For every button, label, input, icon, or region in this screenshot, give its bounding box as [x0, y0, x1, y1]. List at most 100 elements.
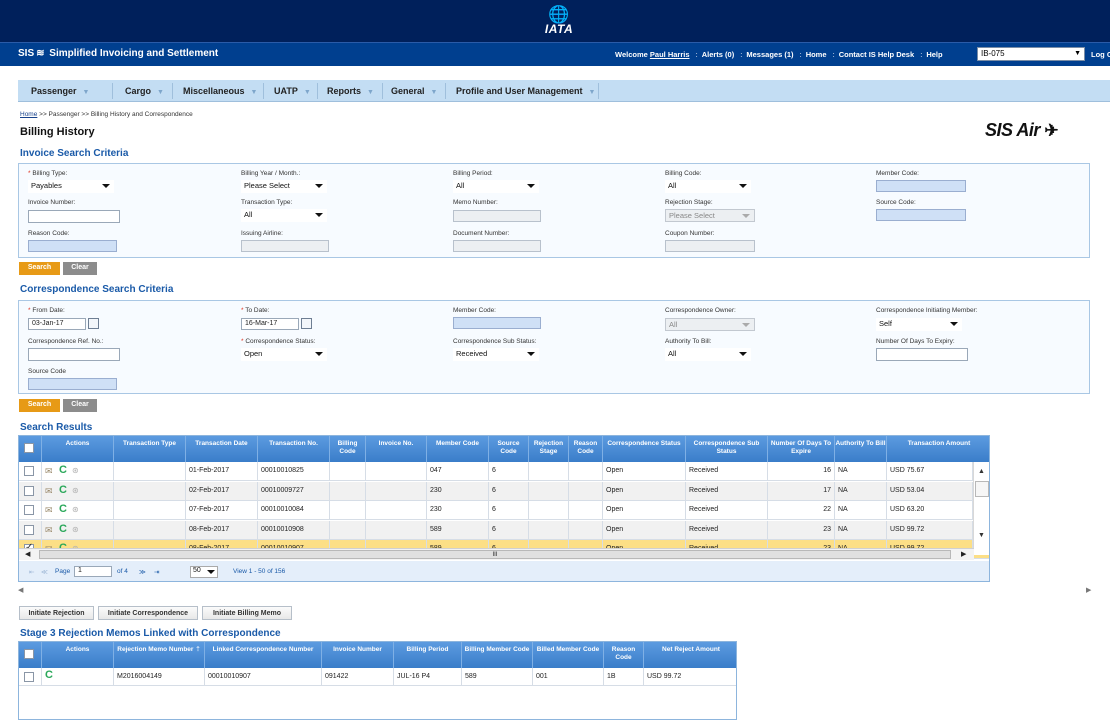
home-link[interactable]: Home	[806, 50, 827, 59]
row-checkbox[interactable]	[24, 524, 34, 535]
from-date-input[interactable]: 03-Jan-17	[28, 318, 86, 330]
correspondence-icon[interactable]: C	[59, 523, 67, 535]
last-page-icon[interactable]: ⇥	[154, 568, 159, 576]
role-select[interactable]: IB-075 ▼	[977, 47, 1085, 61]
view-icon[interactable]: ⊛	[72, 466, 79, 475]
to-date-input[interactable]: 16-Mar-17	[241, 318, 299, 330]
billing-year-select[interactable]: Please Select	[241, 180, 327, 193]
col-corr-sub-status[interactable]: Correspondence Sub Status	[686, 436, 768, 462]
scroll-right-icon[interactable]: ▶	[1086, 586, 1091, 594]
correspondence-icon[interactable]: C	[59, 464, 67, 476]
s3-col-linked-corr[interactable]: Linked Correspondence Number	[205, 642, 322, 668]
source-code-input[interactable]	[876, 209, 966, 221]
view-icon[interactable]: ⊛	[72, 486, 79, 495]
issuing-airline-input[interactable]	[241, 240, 329, 252]
billing-code-select[interactable]: All	[665, 180, 751, 193]
col-transaction-type[interactable]: Transaction Type	[114, 436, 186, 462]
initiate-correspondence-button[interactable]: Initiate Correspondence	[98, 606, 198, 620]
corr-search-button[interactable]: Search	[19, 399, 60, 412]
table-row[interactable]: ✉ C ⊛ 07-Feb-2017 00010010084 230 6 Open Receive…	[19, 501, 989, 520]
authority-to-bill-select[interactable]: All	[665, 348, 751, 361]
horizontal-scrollbar[interactable]: ◀ III ▶	[19, 548, 974, 560]
page-input[interactable]: 1	[74, 566, 112, 577]
first-page-icon[interactable]: ⇤	[29, 568, 34, 576]
correspondence-icon[interactable]: C	[45, 669, 53, 681]
initiate-rejection-button[interactable]: Initiate Rejection	[19, 606, 94, 620]
breadcrumb-home-link[interactable]: Home	[20, 111, 37, 118]
s3-col-memo-number[interactable]: Rejection Memo Number ⇡	[114, 642, 205, 668]
member-code-input[interactable]	[876, 180, 966, 192]
corr-status-select[interactable]: Open	[241, 348, 327, 361]
row-checkbox[interactable]	[24, 505, 34, 515]
page-size-select[interactable]: 50	[190, 566, 218, 578]
view-icon[interactable]: ⊛	[72, 525, 79, 534]
corr-clear-button[interactable]: Clear	[63, 399, 97, 412]
billing-type-select[interactable]: Payables	[28, 180, 114, 193]
transaction-type-select[interactable]: All	[241, 209, 327, 222]
messages-link[interactable]: Messages (1)	[746, 50, 793, 59]
s3-col-invoice-number[interactable]: Invoice Number	[322, 642, 394, 668]
envelope-icon[interactable]: ✉	[45, 505, 53, 516]
corr-owner-select[interactable]: All	[665, 318, 755, 331]
col-reason-code[interactable]: Reason Code	[569, 436, 603, 462]
help-link[interactable]: Help	[926, 50, 942, 59]
select-all-checkbox[interactable]	[24, 443, 34, 453]
envelope-icon[interactable]: ✉	[45, 525, 53, 536]
table-row[interactable]: ✉ C ⊛ 02-Feb-2017 00010009727 230 6 Open Receive…	[19, 481, 989, 501]
table-row[interactable]: ✉ C ⊛ 08-Feb-2017 00010010908 589 6 Open Receive…	[19, 520, 989, 540]
alerts-link[interactable]: Alerts (0)	[702, 50, 735, 59]
prev-page-icon[interactable]: ≪	[41, 568, 48, 576]
corr-sub-status-select[interactable]: Received	[453, 348, 539, 361]
scroll-left-icon[interactable]: ◀	[25, 550, 30, 558]
calendar-icon[interactable]	[88, 318, 99, 329]
user-name-link[interactable]: Paul Harris	[650, 50, 690, 59]
scroll-right-icon[interactable]: ▶	[961, 550, 966, 558]
s3-col-net-amount[interactable]: Net Reject Amount	[644, 642, 736, 668]
correspondence-icon[interactable]: C	[59, 484, 67, 496]
col-rejection-stage[interactable]: Rejection Stage	[529, 436, 569, 462]
days-to-expiry-input[interactable]	[876, 348, 968, 361]
menu-reports[interactable]: Reports ▼	[327, 80, 374, 101]
col-invoice-no[interactable]: Invoice No.	[366, 436, 427, 462]
col-source-code[interactable]: Source Code	[489, 436, 529, 462]
corr-ref-no-input[interactable]	[28, 348, 120, 361]
stage3-select-all-checkbox[interactable]	[24, 649, 34, 659]
col-transaction-no[interactable]: Transaction No.	[258, 436, 330, 462]
s3-col-billing-member[interactable]: Billing Member Code	[462, 642, 533, 668]
initiate-billing-memo-button[interactable]: Initiate Billing Memo	[202, 606, 292, 620]
scroll-down-icon[interactable]: ▼	[978, 532, 985, 539]
col-corr-status[interactable]: Correspondence Status	[603, 436, 686, 462]
col-authority[interactable]: Authority To Bill	[835, 436, 887, 462]
scroll-up-icon[interactable]: ▲	[978, 468, 985, 475]
table-row[interactable]: ✉ C ⊛ 01-Feb-2017 00010010825 047 6 Open Receive…	[19, 462, 989, 481]
scroll-left-icon[interactable]: ◀	[18, 586, 23, 594]
col-amount[interactable]: Transaction Amount	[887, 436, 989, 462]
col-days-to-expire[interactable]: Number Of Days To Expire	[768, 436, 835, 462]
corr-initiating-select[interactable]: Self	[876, 318, 962, 331]
row-checkbox[interactable]	[24, 466, 34, 476]
s3-col-reason-code[interactable]: Reason Code	[604, 642, 644, 668]
contact-link[interactable]: Contact IS Help Desk	[839, 50, 914, 59]
s3-col-billing-period[interactable]: Billing Period	[394, 642, 462, 668]
view-icon[interactable]: ⊛	[72, 505, 79, 514]
envelope-icon[interactable]: ✉	[45, 486, 53, 497]
corr-member-code-input[interactable]	[453, 317, 541, 329]
billing-period-select[interactable]: All	[453, 180, 539, 193]
menu-passenger[interactable]: Passenger ▼	[31, 80, 89, 101]
corr-source-code-input[interactable]	[28, 378, 117, 390]
menu-cargo[interactable]: Cargo ▼	[125, 80, 164, 101]
envelope-icon[interactable]: ✉	[45, 466, 53, 477]
row-checkbox[interactable]	[24, 672, 34, 682]
menu-uatp[interactable]: UATP ▼	[274, 80, 311, 101]
logoff-link[interactable]: Log Off	[1091, 50, 1110, 59]
memo-number-input[interactable]	[453, 210, 541, 222]
vertical-scrollbar[interactable]: ▲ ▼	[973, 462, 989, 555]
document-number-input[interactable]	[453, 240, 541, 252]
invoice-number-input[interactable]	[28, 210, 120, 223]
correspondence-icon[interactable]: C	[59, 503, 67, 515]
next-page-icon[interactable]: ≫	[139, 568, 146, 576]
rejection-stage-select[interactable]: Please Select	[665, 209, 755, 222]
hscroll-thumb[interactable]: III	[39, 550, 951, 559]
invoice-search-button[interactable]: Search	[19, 262, 60, 275]
menu-miscellaneous[interactable]: Miscellaneous ▼	[183, 80, 257, 101]
